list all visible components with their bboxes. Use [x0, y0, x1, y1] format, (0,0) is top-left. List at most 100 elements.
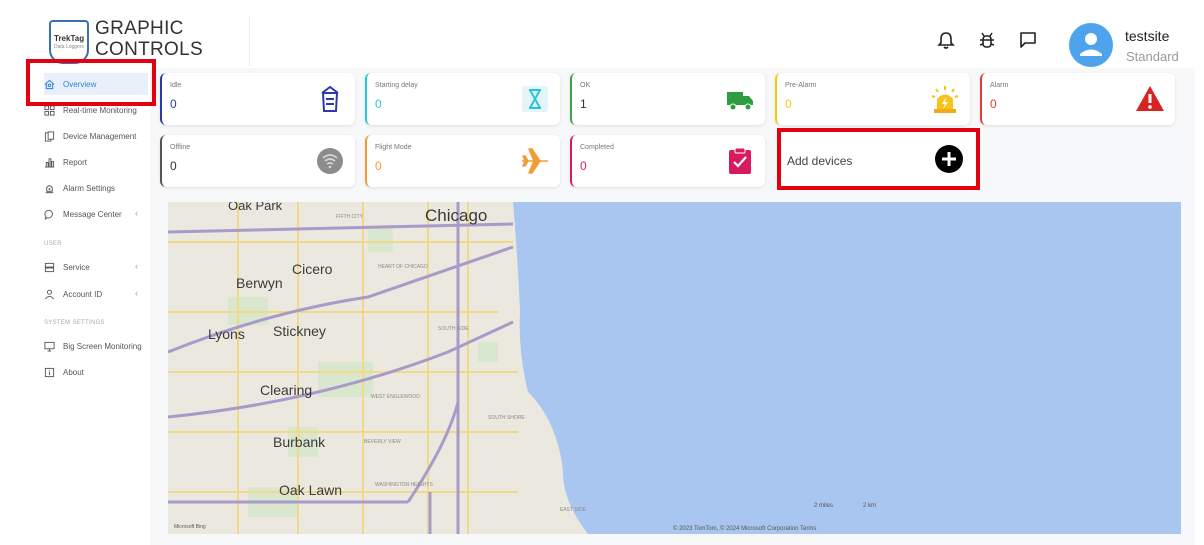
- card-label: Starting delay: [375, 82, 418, 89]
- top-header: TrekTag Data Loggers GRAPHIC CONTROLS te…: [0, 0, 1204, 68]
- logo-badge-text: TrekTag: [54, 34, 85, 43]
- user-name[interactable]: testsite: [1125, 28, 1169, 44]
- clipboard-check-icon: [729, 147, 751, 174]
- card-value: 0: [990, 97, 997, 111]
- map-label-beverly-view: BEVERLY VIEW: [364, 439, 401, 445]
- card-label: Offline: [170, 144, 191, 151]
- map-label-heart-of-chicago: HEART OF CHICAGO: [378, 264, 428, 270]
- trektag-badge: TrekTag Data Loggers: [49, 20, 89, 64]
- status-card-alarm[interactable]: Alarm 0: [980, 73, 1175, 125]
- info-icon: [44, 367, 55, 377]
- devices-icon: [44, 130, 55, 142]
- card-value: 0: [375, 159, 382, 173]
- sidebar-item-label: Service: [63, 262, 90, 272]
- chat-icon: [44, 209, 53, 220]
- map-brand-logo: Microsoft Bing: [174, 524, 206, 530]
- hourglass-icon: [522, 86, 548, 112]
- sidebar-item-account-id[interactable]: Account ID ‹: [44, 283, 144, 305]
- bell-icon[interactable]: [936, 30, 956, 50]
- chart-icon: [44, 157, 55, 168]
- sidebar-item-big-screen-monitoring[interactable]: Big Screen Monitoring: [44, 335, 144, 357]
- message-icon[interactable]: [1018, 30, 1038, 50]
- map-label-clearing: Clearing: [260, 382, 312, 398]
- sidebar-item-label: Report: [63, 157, 88, 167]
- map-label-berwyn: Berwyn: [236, 275, 283, 291]
- map-label-stickney: Stickney: [273, 323, 326, 339]
- sidebar-item-label: Big Screen Monitoring: [63, 341, 142, 351]
- sidebar-item-about[interactable]: About: [44, 361, 144, 383]
- map-label-east-side: EAST SIDE: [560, 507, 587, 513]
- wifi-off-icon: [317, 148, 343, 174]
- map-label-south-side: SOUTH SIDE: [438, 326, 469, 332]
- sidebar-item-message-center[interactable]: Message Center ‹: [44, 203, 144, 225]
- card-value: 0: [375, 97, 382, 111]
- map-view[interactable]: Oak Park Chicago Cicero Berwyn Lyons Sti…: [168, 202, 1181, 534]
- map-label-lyons: Lyons: [208, 326, 245, 342]
- card-label: Alarm: [990, 82, 1009, 89]
- user-role: Standard: [1126, 49, 1179, 64]
- logo-line1: GRAPHIC: [95, 18, 184, 39]
- logo-line2: CONTROLS: [95, 39, 203, 60]
- sidebar-item-label: Alarm Settings: [63, 183, 116, 193]
- card-label: Idle: [170, 82, 182, 89]
- sidebar-item-report[interactable]: Report: [44, 151, 144, 173]
- status-card-pre-alarm[interactable]: Pre-Alarm 0: [775, 73, 970, 125]
- card-label: OK: [580, 82, 591, 89]
- card-label: Flight Mode: [375, 144, 412, 151]
- map-attribution[interactable]: © 2023 TomTom, © 2024 Microsoft Corporat…: [673, 525, 816, 532]
- sidebar-item-service[interactable]: Service ‹: [44, 256, 144, 278]
- sidebar-item-label: Message Center: [63, 209, 122, 219]
- card-label: Completed: [580, 144, 614, 151]
- map-label-fifth-city: FIFTH CITY: [336, 214, 364, 220]
- card-value: 0: [580, 159, 587, 173]
- card-value: 0: [170, 159, 177, 173]
- highlight-add-devices: [777, 128, 980, 190]
- airplane-icon: [522, 148, 548, 174]
- card-label: Pre-Alarm: [785, 82, 817, 89]
- sidebar-item-label: About: [63, 367, 84, 377]
- truck-icon: [727, 92, 753, 111]
- sidebar-item-device-management[interactable]: Device Management: [44, 125, 144, 147]
- chevron-left-icon: ‹: [135, 288, 138, 298]
- sidebar-item-label: Device Management: [63, 131, 137, 141]
- grid-icon: [44, 104, 55, 116]
- status-card-offline[interactable]: Offline 0: [160, 135, 355, 187]
- user-avatar-icon[interactable]: [1069, 23, 1113, 67]
- status-card-idle[interactable]: Idle 0: [160, 73, 355, 125]
- logo-text: GRAPHIC CONTROLS: [95, 18, 203, 60]
- map-label-oak-lawn: Oak Lawn: [279, 482, 342, 498]
- sidebar-item-label: Real-time Monitoring: [63, 105, 137, 115]
- siren-icon: [931, 86, 959, 113]
- alarm-icon: [45, 184, 54, 193]
- card-value: 1: [580, 97, 587, 111]
- status-card-starting-delay[interactable]: Starting delay 0: [365, 73, 560, 125]
- section-user: USER: [44, 241, 62, 247]
- logo-badge-sub: Data Loggers: [54, 44, 85, 50]
- chevron-left-icon: ‹: [135, 261, 138, 271]
- sidebar-item-label: Account ID: [63, 289, 103, 299]
- map-scale-miles: 2 miles: [814, 503, 833, 509]
- bug-icon[interactable]: [977, 30, 997, 50]
- map-canvas: Oak Park Chicago Cicero Berwyn Lyons Sti…: [168, 202, 1181, 534]
- map-label-cicero: Cicero: [292, 261, 333, 277]
- monitor-icon: [44, 341, 55, 352]
- map-label-oak-park: Oak Park: [228, 202, 283, 213]
- highlight-overview: [26, 59, 156, 106]
- card-value: 0: [785, 97, 792, 111]
- map-label-south-shore: SOUTH SHORE: [488, 415, 525, 421]
- sidebar-item-alarm-settings[interactable]: Alarm Settings: [44, 177, 144, 199]
- map-label-burbank: Burbank: [273, 434, 326, 450]
- person-icon: [45, 289, 54, 299]
- server-icon: [44, 262, 55, 272]
- app-root: TrekTag Data Loggers GRAPHIC CONTROLS te…: [0, 0, 1204, 545]
- map-label-west-englewood: WEST ENGLEWOOD: [371, 394, 420, 400]
- status-card-ok[interactable]: OK 1: [570, 73, 765, 125]
- warning-icon: [1136, 86, 1164, 111]
- map-label-chicago: Chicago: [425, 206, 487, 225]
- status-card-completed[interactable]: Completed 0: [570, 135, 765, 187]
- shopping-bag-icon: [321, 85, 339, 112]
- map-scale-km: 2 km: [863, 503, 876, 509]
- chevron-left-icon: ‹: [135, 208, 138, 218]
- map-label-washington-heights: WASHINGTON HEIGHTS: [375, 482, 433, 488]
- status-card-flight-mode[interactable]: Flight Mode 0: [365, 135, 560, 187]
